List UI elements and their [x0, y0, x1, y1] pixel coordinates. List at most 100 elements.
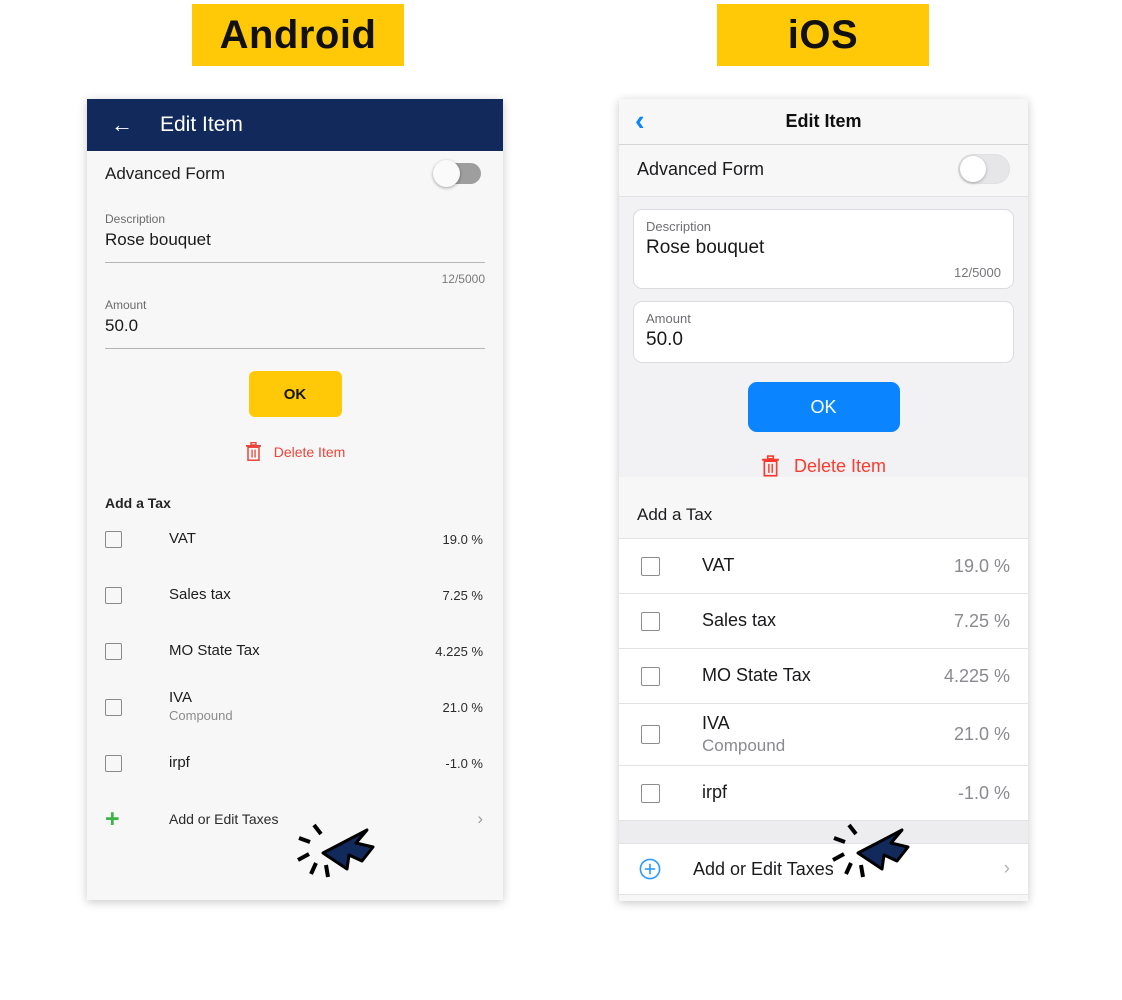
platform-badge-ios-label: iOS: [787, 12, 859, 57]
android-advanced-form-row[interactable]: Advanced Form: [87, 151, 503, 196]
ios-page-title: Edit Item: [785, 111, 862, 131]
ios-tax-names: Sales tax: [702, 610, 954, 632]
checkbox-icon[interactable]: [641, 611, 660, 631]
android-delete-item-label: Delete Item: [273, 443, 346, 460]
android-tax-name: IVA: [169, 689, 193, 707]
table-row[interactable]: IVA Compound 21.0 %: [87, 679, 503, 735]
comparison-stage: Android iOS ← Edit Item Advanced Form De…: [0, 0, 1122, 1000]
checkbox-icon[interactable]: [641, 783, 660, 803]
ios-advanced-form-toggle[interactable]: [958, 154, 1010, 184]
android-screen: ← Edit Item Advanced Form Description Ro…: [87, 99, 503, 900]
ios-tax-percent: 19.0 %: [953, 555, 1010, 576]
table-row[interactable]: Sales tax 7.25 %: [87, 567, 503, 623]
android-tax-names: Sales tax: [169, 586, 443, 605]
ios-advanced-form-row[interactable]: Advanced Form: [619, 145, 1028, 197]
android-description-value: Rose bouquet: [105, 230, 211, 249]
ios-body: Advanced Form Description Rose bouquet 1…: [619, 145, 1028, 901]
plus-circle-icon: [639, 858, 661, 880]
ios-tax-names: IVA Compound: [702, 713, 954, 756]
android-description-field[interactable]: Description Rose bouquet 12/5000: [87, 212, 503, 286]
ios-section-header: Add a Tax: [619, 477, 1028, 538]
table-row[interactable]: Sales tax 7.25 %: [619, 593, 1028, 648]
checkbox-icon[interactable]: [105, 754, 122, 772]
ios-delete-item-label: Delete Item: [793, 455, 887, 476]
android-add-or-edit-taxes-label: Add or Edit Taxes: [169, 811, 279, 827]
android-delete-item-button[interactable]: Delete Item: [87, 442, 503, 461]
ios-tax-percent: 4.225 %: [943, 665, 1010, 686]
trash-icon: [762, 455, 779, 477]
table-row[interactable]: irpf -1.0 %: [87, 735, 503, 791]
arrow-left-icon[interactable]: ←: [107, 110, 137, 140]
checkbox-icon[interactable]: [105, 698, 122, 716]
android-description-underline: [105, 262, 485, 263]
android-tax-name: irpf: [169, 753, 190, 771]
android-tax-names: IVA Compound: [169, 689, 443, 725]
android-tax-names: irpf: [169, 754, 445, 773]
android-description-label: Description: [105, 212, 166, 226]
trash-icon: [245, 442, 261, 461]
android-section-header: Add a Tax: [105, 495, 171, 511]
android-tax-percent: 7.25 %: [442, 587, 483, 603]
table-row[interactable]: MO State Tax 4.225 %: [87, 623, 503, 679]
ios-tax-name: MO State Tax: [702, 665, 811, 686]
android-add-or-edit-taxes-row[interactable]: + Add or Edit Taxes ›: [87, 791, 503, 847]
android-tax-names: VAT: [169, 530, 443, 549]
checkbox-icon[interactable]: [641, 666, 660, 686]
android-tax-percent: 19.0 %: [442, 531, 483, 547]
ios-add-or-edit-taxes-row[interactable]: Add or Edit Taxes ›: [619, 843, 1028, 895]
android-tax-percent: -1.0 %: [445, 755, 483, 771]
android-tax-names: MO State Tax: [169, 642, 435, 661]
android-advanced-form-toggle[interactable]: [433, 160, 481, 187]
ios-tax-names: irpf: [702, 782, 958, 804]
ios-tax-name: VAT: [702, 555, 735, 576]
ios-ok-wrap: OK: [619, 382, 1028, 432]
android-tax-name: VAT: [169, 529, 196, 547]
android-tax-percent: 21.0 %: [442, 699, 483, 715]
ios-screen: ‹ Edit Item Advanced Form Description Ro…: [619, 99, 1028, 901]
ios-ok-button[interactable]: OK: [747, 382, 900, 432]
android-amount-field[interactable]: Amount 50.0: [87, 298, 503, 349]
android-page-title: Edit Item: [160, 113, 243, 136]
ios-tax-name: Sales tax: [702, 610, 777, 631]
checkbox-icon[interactable]: [105, 586, 122, 604]
ios-amount-field[interactable]: Amount 50.0: [633, 301, 1014, 363]
ios-tax-list: VAT 19.0 % Sales tax 7.25 % MO State Tax: [619, 538, 1028, 820]
android-tax-subtitle: Compound: [169, 707, 233, 723]
table-row[interactable]: irpf -1.0 %: [619, 765, 1028, 820]
ios-navbar: ‹ Edit Item: [619, 99, 1028, 145]
ios-footer-spacer: [619, 895, 1028, 901]
android-description-counter: 12/5000: [441, 272, 485, 286]
android-tax-name: MO State Tax: [169, 641, 260, 659]
android-body: Advanced Form Description Rose bouquet 1…: [87, 151, 503, 900]
platform-badge-android: Android: [192, 4, 404, 66]
table-row[interactable]: VAT 19.0 %: [619, 538, 1028, 593]
ios-description-value: Rose bouquet: [646, 237, 765, 258]
checkbox-icon[interactable]: [105, 642, 122, 660]
android-tax-list: VAT 19.0 % Sales tax 7.25 % MO State Tax: [87, 511, 503, 791]
ios-list-gap: [619, 820, 1028, 843]
ios-delete-item-button[interactable]: Delete Item: [619, 455, 1028, 477]
ios-description-field[interactable]: Description Rose bouquet 12/5000: [633, 209, 1014, 289]
table-row[interactable]: IVA Compound 21.0 %: [619, 703, 1028, 765]
android-amount-underline: [105, 348, 485, 349]
ios-amount-label: Amount: [646, 311, 691, 326]
android-tax-percent: 4.225 %: [435, 643, 483, 659]
checkbox-icon[interactable]: [641, 556, 660, 576]
ios-tax-name: IVA: [702, 712, 730, 733]
ios-tax-names: VAT: [702, 555, 954, 577]
android-advanced-form-label: Advanced Form: [105, 163, 225, 183]
plus-icon: +: [105, 804, 120, 833]
chevron-left-icon[interactable]: ‹: [635, 107, 645, 136]
table-row[interactable]: MO State Tax 4.225 %: [619, 648, 1028, 703]
ios-tax-percent: 21.0 %: [953, 724, 1010, 744]
platform-badge-android-label: Android: [219, 12, 377, 57]
table-row[interactable]: VAT 19.0 %: [87, 511, 503, 567]
android-ok-button[interactable]: OK: [248, 371, 342, 417]
ios-tax-name: irpf: [702, 782, 728, 803]
ios-tax-percent: 7.25 %: [953, 610, 1010, 631]
checkbox-icon[interactable]: [105, 530, 122, 548]
ios-description-label: Description: [646, 219, 712, 234]
ios-amount-value: 50.0: [646, 329, 683, 350]
checkbox-icon[interactable]: [641, 725, 660, 744]
chevron-right-icon: ›: [477, 809, 483, 828]
